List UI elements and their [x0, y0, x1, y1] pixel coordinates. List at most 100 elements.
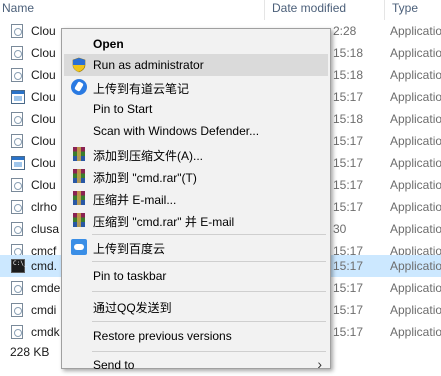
- menu-item-label: Pin to taskbar: [93, 269, 167, 283]
- file-date: 15:17: [333, 178, 364, 192]
- column-name-header[interactable]: Name: [2, 0, 34, 20]
- file-type: Application: [390, 156, 441, 170]
- context-menu: Open Run as administrator 上传到有道云笔记 Pin t…: [61, 28, 331, 372]
- menu-item-compress-email[interactable]: 压缩并 E-mail...: [64, 187, 328, 209]
- winrar-icon: [71, 168, 87, 184]
- file-type: Application: [390, 90, 441, 104]
- winrar-icon: [71, 190, 87, 206]
- menu-item-label: 添加到压缩文件(A)...: [93, 149, 203, 163]
- file-date: 30: [333, 222, 347, 236]
- window-icon: [11, 156, 25, 170]
- menu-item-label: Scan with Windows Defender...: [93, 124, 260, 138]
- column-divider[interactable]: [264, 0, 265, 20]
- menu-item-pin-to-start[interactable]: Pin to Start: [64, 98, 328, 120]
- doc-icon: [11, 222, 23, 236]
- doc-icon: [11, 46, 23, 60]
- menu-item-add-to-archive[interactable]: 添加到压缩文件(A)...: [64, 143, 328, 165]
- file-name: cmdk: [31, 325, 60, 339]
- column-divider[interactable]: [384, 0, 385, 20]
- file-type: Application: [390, 46, 441, 60]
- doc-icon: [11, 281, 23, 295]
- file-date: 15:17: [333, 156, 364, 170]
- menu-item-run-as-administrator[interactable]: Run as administrator: [64, 54, 328, 76]
- file-name: Clou: [31, 112, 56, 126]
- menu-separator: [92, 321, 326, 322]
- menu-item-restore-previous-versions[interactable]: Restore previous versions: [64, 325, 328, 347]
- menu-item-label: 上传到百度云: [93, 242, 166, 256]
- menu-item-label: Pin to Start: [93, 102, 153, 116]
- file-type: Application: [390, 325, 441, 339]
- file-name: Clou: [31, 46, 56, 60]
- menu-item-open[interactable]: Open: [64, 33, 328, 55]
- winrar-icon: [71, 146, 87, 162]
- doc-icon: [11, 178, 23, 192]
- file-name: Clou: [31, 156, 56, 170]
- doc-icon: [11, 325, 23, 339]
- file-name: clusa: [31, 222, 60, 236]
- file-name: Clou: [31, 90, 56, 104]
- file-date: 15:17: [333, 303, 364, 317]
- baidu-cloud-icon: [71, 239, 87, 255]
- menu-item-label: Restore previous versions: [93, 329, 232, 343]
- file-date: 15:17: [333, 259, 364, 273]
- menu-item-pin-to-taskbar[interactable]: Pin to taskbar: [64, 265, 328, 287]
- file-name: cmde: [31, 281, 61, 295]
- file-date: 15:18: [333, 46, 364, 60]
- youdao-note-icon: [71, 79, 87, 95]
- file-type: Application: [390, 222, 441, 236]
- file-type: Application: [390, 303, 441, 317]
- menu-item-send-via-qq[interactable]: 通过QQ发送到: [64, 295, 328, 317]
- menu-item-label: 压缩到 "cmd.rar" 并 E-mail: [93, 215, 235, 229]
- file-date: 2:28: [333, 24, 357, 38]
- file-type: Applicatio: [390, 259, 441, 273]
- menu-item-label: Send to: [93, 358, 135, 372]
- doc-icon: [11, 68, 23, 82]
- file-name: cmdi: [31, 303, 57, 317]
- menu-separator: [92, 261, 326, 262]
- doc-icon: [11, 112, 23, 126]
- file-name: Clou: [31, 134, 56, 148]
- menu-item-label: 上传到有道云笔记: [93, 82, 190, 96]
- file-type: Application: [390, 112, 441, 126]
- doc-icon: [11, 303, 23, 317]
- file-type: Application: [390, 178, 441, 192]
- file-name: cmd.: [31, 259, 58, 273]
- menu-item-label: 添加到 "cmd.rar"(T): [93, 171, 197, 185]
- file-type: Application: [390, 68, 441, 82]
- file-date: 15:18: [333, 68, 364, 82]
- uac-shield-icon: [71, 57, 87, 73]
- file-name: Clou: [31, 178, 56, 192]
- file-date: 15:17: [333, 325, 364, 339]
- file-type: Application: [390, 24, 441, 38]
- menu-item-add-to-cmd-rar[interactable]: 添加到 "cmd.rar"(T): [64, 165, 328, 187]
- column-date-header[interactable]: Date modified: [272, 0, 346, 20]
- file-date: 15:17: [333, 200, 364, 214]
- doc-icon: [11, 134, 23, 148]
- file-date: 15:17: [333, 90, 364, 104]
- file-type: Application: [390, 200, 441, 214]
- menu-item-upload-baidu[interactable]: 上传到百度云: [64, 236, 328, 258]
- file-type: Application: [390, 134, 441, 148]
- menu-item-label: Run as administrator: [93, 58, 204, 72]
- column-header: Name Date modified Type: [0, 0, 441, 20]
- file-date: 15:18: [333, 112, 364, 126]
- selected-size: 228 KB: [10, 345, 50, 359]
- window-icon: [11, 90, 25, 104]
- menu-item-label: 压缩并 E-mail...: [93, 193, 177, 207]
- file-name: clrho: [31, 200, 58, 214]
- menu-separator: [92, 351, 326, 352]
- chevron-right-icon: ›: [317, 356, 322, 372]
- menu-item-label: 通过QQ发送到: [93, 301, 172, 315]
- menu-item-scan-defender[interactable]: Scan with Windows Defender...: [64, 120, 328, 142]
- menu-separator: [92, 291, 326, 292]
- column-type-header[interactable]: Type: [392, 0, 418, 20]
- file-date: 15:17: [333, 281, 364, 295]
- menu-item-send-to[interactable]: Send to ›: [64, 354, 328, 376]
- doc-icon: [11, 200, 23, 214]
- menu-item-compress-cmd-rar-email[interactable]: 压缩到 "cmd.rar" 并 E-mail: [64, 209, 328, 231]
- file-name: Clou: [31, 24, 56, 38]
- menu-separator: [92, 234, 326, 235]
- file-name: Clou: [31, 68, 56, 82]
- menu-item-upload-youdao[interactable]: 上传到有道云笔记: [64, 76, 328, 98]
- cmd-icon: [11, 259, 27, 273]
